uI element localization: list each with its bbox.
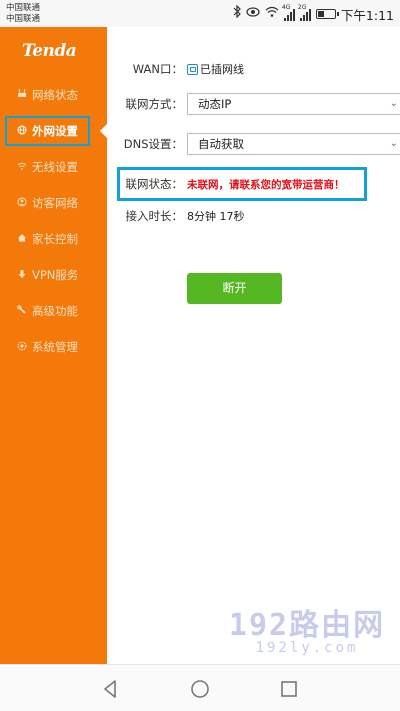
dns-label: DNS设置： [123, 137, 183, 151]
sidebar-item-label: 网络状态 [32, 88, 78, 102]
wan-port-row: WAN口： 已插网线 [107, 60, 400, 78]
signal-icon-2: 2G [298, 4, 311, 21]
tenda-logo[interactable]: Tenda [22, 41, 77, 61]
wrench-icon [15, 304, 28, 318]
uptime-label: 接入时长： [125, 209, 184, 223]
dns-value: 自动获取 [198, 137, 244, 151]
connection-type-select[interactable]: 动态IP ⌄ [187, 93, 400, 115]
sidebar-item-label: 系统管理 [32, 340, 78, 354]
gear-icon [15, 341, 28, 354]
sidebar-item-label: 访客网络 [32, 196, 78, 210]
signal-2-label: 2G [297, 3, 307, 11]
sidebar-item-wan-settings[interactable]: 外网设置 [0, 113, 107, 149]
bluetooth-icon [233, 4, 241, 23]
recent-apps-icon[interactable] [278, 678, 300, 700]
battery-icon [315, 9, 339, 19]
wan-plug-icon [187, 63, 198, 75]
uptime-row: 接入时长： 8分钟 17秒 [107, 207, 400, 225]
watermark-main: 192路由网 [228, 608, 386, 643]
guest-icon [15, 197, 28, 210]
sidebar-item-label: 无线设置 [32, 160, 78, 174]
wifi-status-icon [265, 6, 279, 22]
carrier-1: 中国联通 [6, 3, 41, 13]
connection-status-row: 联网状态： 未联网，请联系您的宽带运营商！ [107, 175, 400, 193]
connection-status-label: 联网状态： [125, 177, 184, 191]
sidebar-item-guest-network[interactable]: 访客网络 [0, 185, 107, 221]
disconnect-button[interactable]: 断开 [187, 273, 282, 304]
back-icon[interactable] [100, 678, 122, 700]
carrier-2: 中国联通 [6, 14, 41, 24]
sidebar-nav: 网络状态 外网设置 无线设置 访客网络 家长控制 VPN服务 高级功能 系统管理 [0, 77, 107, 365]
active-pointer [100, 124, 107, 138]
wan-port-value: 已插网线 [200, 63, 244, 76]
android-nav-bar [0, 664, 400, 711]
watermark: 192路由网 192ly.com [212, 600, 400, 656]
wifi-icon [15, 162, 28, 173]
sidebar-item-advanced[interactable]: 高级功能 [0, 293, 107, 329]
home-icon [15, 233, 28, 245]
status-icons: 4G 2G 下午1:11 [233, 4, 394, 23]
sidebar-item-label: 家长控制 [32, 232, 78, 246]
highlight-box [5, 116, 90, 146]
sidebar-item-parental-control[interactable]: 家长控制 [0, 221, 107, 257]
sidebar-item-vpn[interactable]: VPN服务 [0, 257, 107, 293]
connection-status-value: 未联网，请联系您的宽带运营商！ [187, 178, 345, 191]
wan-port-label: WAN口： [132, 62, 183, 76]
eye-icon [246, 6, 260, 22]
wan-settings-panel: WAN口： 已插网线 联网方式： 动态IP ⌄ DNS设置： 自动获取 ⌄ 联网… [107, 27, 400, 664]
sidebar-item-wireless[interactable]: 无线设置 [0, 149, 107, 185]
sidebar: Tenda 网络状态 外网设置 无线设置 访客网络 家长控制 VPN服务 高级功… [0, 27, 107, 664]
status-bar: 中国联通 中国联通 4G 2G 下午1:11 [0, 0, 400, 27]
sidebar-item-label: VPN服务 [32, 268, 79, 282]
connection-type-value: 动态IP [198, 97, 232, 111]
home-nav-icon[interactable] [189, 678, 211, 700]
chevron-down-icon: ⌄ [389, 138, 398, 149]
vpn-icon [15, 269, 28, 282]
router-icon [15, 88, 28, 101]
uptime-value: 8分钟 17秒 [187, 210, 245, 223]
clock: 下午1:11 [340, 7, 394, 23]
chevron-down-icon: ⌄ [389, 98, 398, 109]
signal-icon-1: 4G [282, 4, 295, 21]
sidebar-item-system[interactable]: 系统管理 [0, 329, 107, 365]
connection-type-label: 联网方式： [125, 97, 184, 111]
sidebar-item-network-status[interactable]: 网络状态 [0, 77, 107, 113]
signal-1-label: 4G [281, 3, 291, 11]
dns-select[interactable]: 自动获取 ⌄ [187, 133, 400, 155]
sidebar-item-label: 高级功能 [32, 304, 78, 318]
